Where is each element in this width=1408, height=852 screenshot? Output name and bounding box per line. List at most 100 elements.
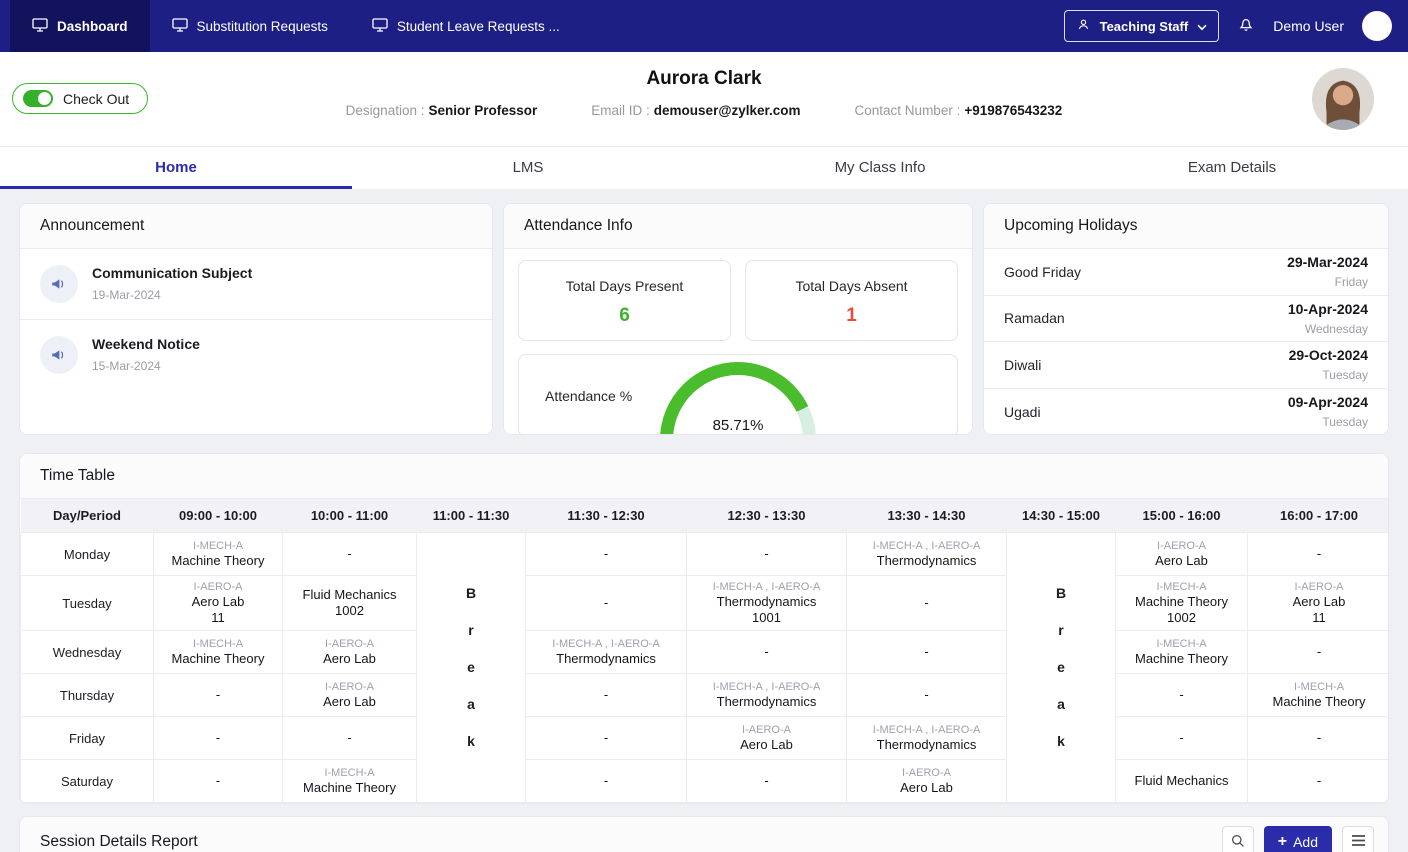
timetable-cell: Fluid Mechanics bbox=[1116, 760, 1248, 803]
days-present-label: Total Days Present bbox=[519, 278, 730, 294]
role-selector[interactable]: Teaching Staff bbox=[1064, 10, 1220, 42]
attendance-card: Attendance Info Total Days Present 6 Tot… bbox=[503, 203, 973, 435]
timetable-cell: - bbox=[687, 533, 847, 576]
timetable-cell: - bbox=[687, 631, 847, 674]
monitor-icon bbox=[32, 18, 48, 35]
timetable-cell: - bbox=[1116, 717, 1248, 760]
timetable-header-cell: 11:00 - 11:30 bbox=[417, 499, 526, 533]
tab-my-class-info[interactable]: My Class Info bbox=[704, 147, 1056, 189]
timetable-header-cell: 11:30 - 12:30 bbox=[526, 499, 687, 533]
timetable-row-monday: Monday I-MECH-AMachine Theory - Break - … bbox=[21, 533, 1390, 576]
staff-name: Aurora Clark bbox=[0, 68, 1408, 90]
timetable-cell: - bbox=[1248, 717, 1390, 760]
check-out-button[interactable]: Check Out bbox=[12, 83, 148, 114]
notifications-bell-icon[interactable] bbox=[1237, 14, 1255, 38]
tab-lms[interactable]: LMS bbox=[352, 147, 704, 189]
attendance-percent-value: 85.71% bbox=[660, 417, 816, 434]
holiday-row: Diwali 29-Oct-2024 Tuesday bbox=[984, 342, 1388, 389]
timetable-cell: - bbox=[847, 631, 1007, 674]
holidays-list: Good Friday 29-Mar-2024Friday Ramadan 10… bbox=[984, 249, 1388, 435]
holiday-date: 29-Oct-2024 bbox=[1289, 347, 1368, 363]
tab-home[interactable]: Home bbox=[0, 147, 352, 189]
holiday-name: Ramadan bbox=[1004, 310, 1065, 326]
announcement-item[interactable]: Communication Subject 19-Mar-2024 bbox=[20, 249, 492, 319]
timetable-header-row: Day/Period 09:00 - 10:00 10:00 - 11:00 1… bbox=[21, 499, 1390, 533]
nav-tab-substitution-requests[interactable]: Substitution Requests bbox=[150, 0, 350, 52]
holiday-weekday: Tuesday bbox=[1289, 368, 1368, 382]
timetable-cell: I-MECH-AMachine Theory bbox=[154, 533, 283, 576]
timetable-cell: - bbox=[154, 760, 283, 803]
checkout-toggle-icon bbox=[23, 90, 53, 107]
top-nav: Dashboard Substitution Requests Student … bbox=[0, 0, 1408, 52]
timetable-cell: I-MECH-A , I-AERO-AThermodynamics bbox=[526, 631, 687, 674]
days-present-box: Total Days Present 6 bbox=[518, 260, 731, 341]
nav-tab-label: Dashboard bbox=[57, 19, 128, 34]
announcement-subject: Weekend Notice bbox=[92, 336, 200, 352]
day-cell: Tuesday bbox=[21, 576, 154, 631]
timetable-header-cell: 16:00 - 17:00 bbox=[1248, 499, 1390, 533]
holidays-card: Upcoming Holidays Good Friday 29-Mar-202… bbox=[983, 203, 1389, 435]
timetable-cell: - bbox=[526, 760, 687, 803]
timetable-cell: - bbox=[1116, 674, 1248, 717]
timetable-header-cell: Day/Period bbox=[21, 499, 154, 533]
holiday-name: Diwali bbox=[1004, 357, 1041, 373]
timetable-cell: - bbox=[1248, 533, 1390, 576]
timetable-cell: - bbox=[526, 576, 687, 631]
timetable-cell: I-AERO-AAero Lab bbox=[687, 717, 847, 760]
timetable-cell: I-AERO-AAero Lab bbox=[847, 760, 1007, 803]
announcement-item-text: Weekend Notice 15-Mar-2024 bbox=[92, 336, 200, 373]
monitor-icon bbox=[172, 18, 188, 35]
timetable-row-tuesday: Tuesday I-AERO-AAero Lab11 Fluid Mechani… bbox=[21, 576, 1390, 631]
nav-avatar[interactable] bbox=[1362, 11, 1392, 41]
tab-exam-details[interactable]: Exam Details bbox=[1056, 147, 1408, 189]
megaphone-icon bbox=[40, 265, 78, 303]
search-button[interactable] bbox=[1222, 826, 1254, 852]
announcement-date: 15-Mar-2024 bbox=[92, 359, 200, 373]
days-present-value: 6 bbox=[519, 305, 730, 327]
nav-tab-label: Student Leave Requests ... bbox=[397, 19, 560, 34]
monitor-icon bbox=[372, 18, 388, 35]
timetable-cell: - bbox=[154, 717, 283, 760]
timetable-header-cell: 12:30 - 13:30 bbox=[687, 499, 847, 533]
holiday-weekday: Tuesday bbox=[1288, 415, 1368, 429]
timetable-cell: I-MECH-AMachine Theory bbox=[1116, 631, 1248, 674]
timetable-header-cell: 15:00 - 16:00 bbox=[1116, 499, 1248, 533]
check-out-label: Check Out bbox=[63, 91, 129, 107]
timetable-cell: - bbox=[154, 674, 283, 717]
days-absent-value: 1 bbox=[746, 305, 957, 327]
timetable-cell: I-MECH-AMachine Theory bbox=[283, 760, 417, 803]
timetable-cell: I-MECH-A , I-AERO-AThermodynamics1001 bbox=[687, 576, 847, 631]
megaphone-icon bbox=[40, 336, 78, 374]
add-button-label: Add bbox=[1293, 834, 1318, 850]
nav-tab-dashboard[interactable]: Dashboard bbox=[10, 0, 150, 52]
attendance-body: Total Days Present 6 Total Days Absent 1… bbox=[504, 249, 972, 435]
timetable-row-saturday: Saturday - I-MECH-AMachine Theory - - I-… bbox=[21, 760, 1390, 803]
profile-header: Check Out Aurora Clark Designation :Seni… bbox=[0, 52, 1408, 146]
timetable-title: Time Table bbox=[20, 454, 1388, 499]
timetable-cell: - bbox=[1248, 631, 1390, 674]
timetable-cell: I-AERO-AAero Lab bbox=[283, 674, 417, 717]
holidays-title: Upcoming Holidays bbox=[984, 204, 1388, 249]
day-cell: Wednesday bbox=[21, 631, 154, 674]
timetable-cell: I-MECH-AMachine Theory bbox=[1248, 674, 1390, 717]
attendance-gauge: 85.71% bbox=[660, 362, 816, 434]
holiday-date: 09-Apr-2024 bbox=[1288, 394, 1368, 410]
plus-icon: + bbox=[1278, 834, 1287, 850]
holiday-name: Ugadi bbox=[1004, 404, 1041, 420]
holiday-date: 29-Mar-2024 bbox=[1287, 254, 1368, 270]
timetable-cell: - bbox=[283, 533, 417, 576]
profile-summary: Aurora Clark Designation :Senior Profess… bbox=[0, 52, 1408, 118]
designation-field: Designation :Senior Professor bbox=[346, 103, 538, 118]
timetable-cell: Fluid Mechanics1002 bbox=[283, 576, 417, 631]
announcement-item-text: Communication Subject 19-Mar-2024 bbox=[92, 265, 252, 302]
nav-user-name: Demo User bbox=[1273, 18, 1344, 34]
nav-tab-student-leave-requests[interactable]: Student Leave Requests ... bbox=[350, 0, 582, 52]
hamburger-icon bbox=[1351, 834, 1366, 850]
announcement-item[interactable]: Weekend Notice 15-Mar-2024 bbox=[20, 319, 492, 390]
timetable-header-cell: 10:00 - 11:00 bbox=[283, 499, 417, 533]
add-button[interactable]: + Add bbox=[1264, 826, 1332, 852]
holiday-name: Good Friday bbox=[1004, 264, 1081, 280]
menu-button[interactable] bbox=[1342, 826, 1374, 852]
timetable-row-wednesday: Wednesday I-MECH-AMachine Theory I-AERO-… bbox=[21, 631, 1390, 674]
break-column: Break bbox=[1007, 533, 1116, 803]
